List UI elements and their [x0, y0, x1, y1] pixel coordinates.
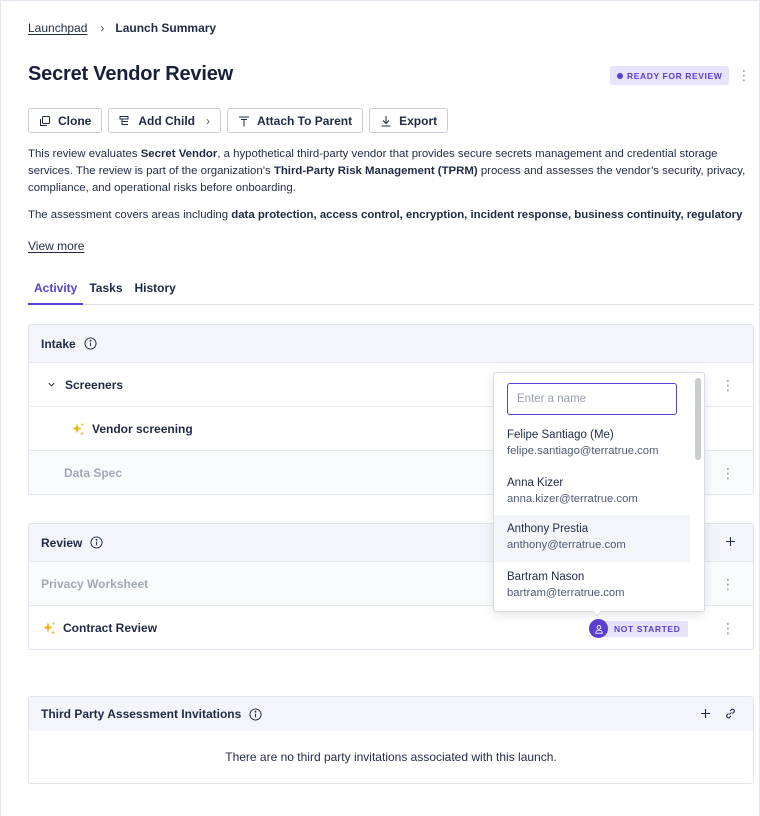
plus-icon[interactable] [724, 535, 737, 548]
chevron-down-icon[interactable] [47, 380, 56, 389]
screeners-more-icon[interactable]: ⋮ [721, 378, 735, 392]
assignee-option[interactable]: Anthony Prestia anthony@terratrue.com [494, 515, 690, 562]
attach-to-parent-button-label: Attach To Parent [257, 113, 353, 128]
sparkle-icon [72, 422, 84, 435]
dropdown-caret-icon [592, 610, 602, 616]
assignee-option-email: bartram@terratrue.com [507, 587, 625, 599]
assignee-search-input[interactable] [507, 383, 677, 415]
chevron-right-icon: › [206, 113, 210, 128]
link-icon[interactable] [724, 707, 737, 720]
desc-bold: Secret Vendor [140, 148, 218, 160]
tab-activity[interactable]: Activity [28, 278, 84, 305]
privacy-worksheet-more-icon[interactable]: ⋮ [721, 577, 735, 591]
page-more-icon[interactable]: ⋮ [737, 68, 751, 82]
assignee-option-name: Bartram Nason [507, 571, 585, 583]
intake-title: Intake [41, 336, 76, 351]
tab-bar: Activity Tasks History [28, 278, 754, 305]
invitations-header: Third Party Assessment Invitations [29, 697, 753, 731]
invitations-section: Third Party Assessment Invitations There… [28, 696, 754, 784]
info-icon[interactable] [84, 337, 97, 350]
assignee-option-name: Felipe Santiago (Me) [507, 429, 614, 441]
assignee-option[interactable]: Bartram Nason bartram@terratrue.com [494, 563, 690, 611]
desc-text: This review evaluates [28, 148, 141, 160]
assignee-option[interactable]: Anna Kizer anna.kizer@terratrue.com [494, 469, 690, 517]
contract-review-label: Contract Review [63, 620, 158, 635]
intake-header: Intake [29, 325, 753, 362]
data-spec-more-icon[interactable]: ⋮ [721, 466, 735, 480]
export-button[interactable]: Export [369, 108, 449, 133]
add-child-button[interactable]: Add Child › [108, 108, 221, 133]
contract-review-status[interactable]: NOT STARTED [589, 619, 689, 638]
hierarchy-icon [119, 115, 129, 125]
vendor-screening-label: Vendor screening [92, 421, 193, 436]
breadcrumb-current: Launch Summary [115, 21, 217, 35]
view-more-link[interactable]: View more [28, 239, 84, 253]
privacy-worksheet-label: Privacy Worksheet [41, 576, 149, 591]
status-badge: READY FOR REVIEW [610, 66, 730, 85]
assignee-avatar[interactable] [589, 619, 608, 638]
invitations-title: Third Party Assessment Invitations [41, 707, 242, 721]
not-started-badge: NOT STARTED [600, 620, 689, 637]
assignee-option-email: felipe.santiago@terratrue.com [507, 445, 659, 457]
contract-review-more-icon[interactable]: ⋮ [721, 621, 735, 635]
add-child-button-label: Add Child [138, 113, 195, 128]
review-header-actions [724, 535, 737, 548]
desc-bold: data protection, access control, encrypt… [231, 209, 743, 221]
clone-button-label: Clone [58, 113, 92, 128]
download-icon [381, 115, 391, 126]
plus-icon[interactable] [699, 707, 712, 720]
data-spec-label: Data Spec [64, 465, 123, 480]
invitations-empty-message: There are no third party invitations ass… [225, 750, 557, 764]
desc-text: The assessment covers areas including [28, 209, 232, 221]
description-paragraph-2: The assessment covers areas including da… [28, 207, 752, 224]
assignee-option[interactable]: Felipe Santiago (Me) felipe.santiago@ter… [494, 421, 690, 469]
action-toolbar: Clone Add Child › Attach To Parent Expor… [28, 108, 449, 133]
dropdown-scrollbar[interactable] [695, 378, 701, 460]
sparkle-icon [43, 621, 55, 634]
breadcrumb-launchpad-link[interactable]: Launchpad [28, 21, 87, 35]
copy-icon [40, 115, 50, 126]
invitations-header-actions [699, 707, 737, 720]
assignee-option-email: anthony@terratrue.com [507, 539, 626, 551]
user-icon [594, 624, 603, 634]
desc-bold: Third-Party Risk Management (TPRM) [273, 165, 478, 177]
tab-history[interactable]: History [129, 278, 182, 305]
export-button-label: Export [399, 113, 438, 128]
assignee-option-name: Anna Kizer [507, 477, 564, 489]
status-badge-label: READY FOR REVIEW [627, 70, 723, 81]
screeners-label: Screeners [65, 377, 124, 392]
assignee-dropdown: Felipe Santiago (Me) felipe.santiago@ter… [493, 372, 705, 612]
tab-tasks[interactable]: Tasks [83, 278, 128, 305]
clone-button[interactable]: Clone [28, 108, 103, 133]
info-icon[interactable] [249, 707, 262, 721]
assignee-option-name: Anthony Prestia [507, 523, 589, 535]
review-title: Review [41, 535, 83, 550]
description-paragraph-1: This review evaluates Secret Vendor, a h… [28, 146, 754, 197]
breadcrumb: Launchpad › Launch Summary [28, 21, 216, 35]
assignee-option-email: anna.kizer@terratrue.com [507, 493, 638, 505]
status-dot-icon [617, 72, 623, 79]
attach-to-parent-button[interactable]: Attach To Parent [227, 108, 364, 133]
info-icon[interactable] [90, 536, 103, 549]
breadcrumb-separator: › [100, 21, 105, 35]
attach-parent-icon [239, 116, 249, 126]
page-title: Secret Vendor Review [28, 63, 233, 85]
